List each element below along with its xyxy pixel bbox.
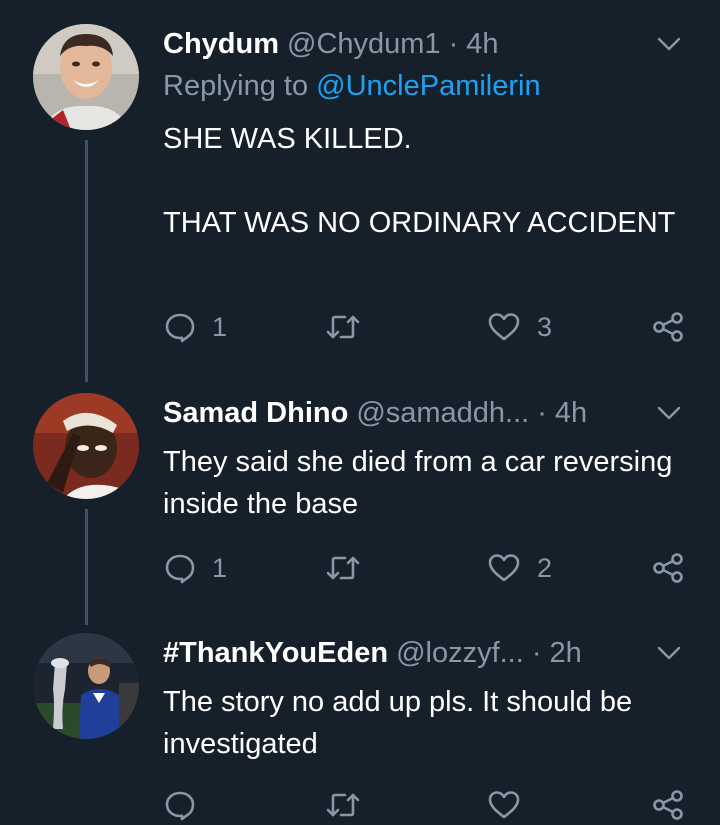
- tweet-actions: 1 3: [0, 307, 720, 347]
- heart-icon: [487, 552, 521, 584]
- tweet-actions: 1 2: [0, 548, 720, 588]
- reply-button[interactable]: 1: [164, 548, 227, 588]
- display-name[interactable]: #ThankYouEden: [163, 637, 388, 670]
- tweet-2[interactable]: Samad Dhino @samaddh... · 4h They said s…: [0, 393, 720, 633]
- separator-dot: ·: [537, 396, 547, 429]
- reply-icon: [164, 311, 196, 343]
- username[interactable]: @samaddh...: [356, 397, 529, 430]
- share-icon: [651, 552, 685, 584]
- like-button[interactable]: 3: [487, 307, 552, 347]
- replying-to-label: Replying to: [163, 70, 317, 102]
- like-button[interactable]: 2: [487, 548, 552, 588]
- tweet-3[interactable]: #ThankYouEden @lozzyf... · 2h The story …: [0, 633, 720, 825]
- like-count: 2: [537, 552, 553, 583]
- retweet-button[interactable]: [325, 548, 377, 588]
- username[interactable]: @lozzyf...: [396, 637, 524, 670]
- retweet-button[interactable]: [325, 785, 377, 825]
- avatar[interactable]: [33, 393, 139, 499]
- avatar[interactable]: [33, 633, 139, 739]
- chevron-down-icon[interactable]: [655, 639, 683, 667]
- reply-button[interactable]: [164, 785, 212, 825]
- tweet-header: Chydum @Chydum1 · 4h: [163, 24, 499, 64]
- username[interactable]: @Chydum1: [287, 28, 441, 61]
- tweet-text: SHE WAS KILLED. THAT WAS NO ORDINARY ACC…: [163, 123, 676, 239]
- tweet-1[interactable]: Chydum @Chydum1 · 4h Replying to @UncleP…: [0, 24, 720, 384]
- retweet-icon: [325, 552, 361, 584]
- tweet-text: They said she died from a car reversing …: [163, 446, 673, 520]
- share-button[interactable]: [651, 785, 685, 825]
- separator-dot: ·: [531, 636, 542, 669]
- avatar[interactable]: [33, 24, 139, 130]
- retweet-button[interactable]: [325, 307, 377, 347]
- share-button[interactable]: [651, 307, 685, 347]
- replying-to: Replying to @UnclePamilerin: [163, 70, 541, 103]
- retweet-icon: [325, 789, 361, 821]
- like-count: 3: [537, 311, 553, 342]
- replying-to-handle[interactable]: @UnclePamilerin: [316, 70, 540, 102]
- reply-count: 1: [212, 552, 228, 583]
- share-button[interactable]: [651, 548, 685, 588]
- share-icon: [651, 789, 685, 821]
- tweet-actions: [0, 785, 720, 825]
- tweet-text: The story no add up pls. It should be in…: [163, 686, 633, 760]
- timestamp[interactable]: 2h: [549, 637, 581, 670]
- chevron-down-icon[interactable]: [655, 30, 683, 58]
- heart-icon: [487, 311, 521, 343]
- display-name[interactable]: Chydum: [163, 28, 279, 61]
- timestamp[interactable]: 4h: [555, 397, 587, 430]
- reply-icon: [164, 552, 196, 584]
- reply-count: 1: [212, 311, 228, 342]
- separator-dot: ·: [448, 27, 459, 60]
- reply-icon: [164, 789, 196, 821]
- tweet-header: #ThankYouEden @lozzyf... · 2h: [163, 633, 582, 673]
- chevron-down-icon[interactable]: [655, 399, 683, 427]
- retweet-icon: [325, 311, 361, 343]
- like-button[interactable]: [487, 785, 537, 825]
- share-icon: [651, 311, 685, 343]
- timestamp[interactable]: 4h: [466, 28, 498, 61]
- display-name[interactable]: Samad Dhino: [163, 397, 348, 430]
- reply-button[interactable]: 1: [164, 307, 227, 347]
- heart-icon: [487, 789, 521, 821]
- tweet-header: Samad Dhino @samaddh... · 4h: [163, 393, 587, 433]
